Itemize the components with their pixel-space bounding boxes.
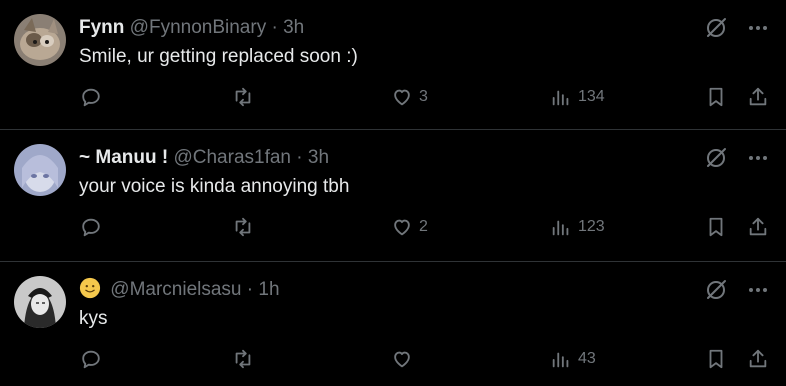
reply-button[interactable] [80,216,102,238]
bookmark-icon [709,349,723,369]
heart-icon [394,351,410,368]
post-time[interactable]: 3h [308,147,329,168]
like-button[interactable]: 3 [391,86,428,108]
share-icon [749,87,767,106]
view-count: 123 [578,218,605,235]
share-button[interactable] [747,86,769,108]
post-text: kys [79,308,108,329]
separator-dot: · [271,17,278,38]
author-handle[interactable]: @FynnonBinary [130,17,267,38]
post-time[interactable]: 1h [258,279,279,300]
post-actions: 3 134 [0,86,786,116]
bookmark-button[interactable] [705,86,727,108]
repost-button[interactable] [232,348,254,370]
grok-icon[interactable] [704,16,728,40]
reply-icon [82,218,100,237]
views-button[interactable]: 43 [550,348,596,370]
post-header: Fynn @FynnonBinary · 3h [79,14,304,42]
repost-icon [235,349,251,369]
view-count: 43 [578,350,596,367]
post-actions: 43 [0,348,786,378]
bookmark-icon [709,87,723,107]
repost-button[interactable] [232,216,254,238]
post-time[interactable]: 3h [283,17,304,38]
reply-button[interactable] [80,86,102,108]
like-count: 2 [419,218,428,235]
share-icon [749,349,767,368]
author-name[interactable]: Fynn [79,17,124,38]
like-button[interactable]: 2 [391,216,428,238]
author-name[interactable] [79,277,110,300]
author-handle[interactable]: @Charas1fan [173,147,291,168]
like-count: 3 [419,88,428,105]
views-icon [552,90,569,106]
heart-icon [394,219,410,236]
more-icon[interactable] [746,278,770,302]
like-button[interactable] [391,348,413,370]
bookmark-button[interactable] [705,216,727,238]
reply-feed: Fynn @FynnonBinary · 3h Smile, ur gettin… [0,0,786,386]
view-count: 134 [578,88,605,105]
repost-icon [235,87,251,107]
reply-icon [82,350,100,369]
separator-dot: · [246,279,254,300]
more-icon[interactable] [746,146,770,170]
views-button[interactable]: 134 [550,86,605,108]
repost-icon [235,217,251,237]
post-item[interactable]: ~ Manuu ! @Charas1fan · 3h your voice is… [0,130,786,262]
views-icon [552,352,569,368]
separator-dot: · [296,147,303,168]
author-handle[interactable]: @Marcnielsasu [110,279,241,300]
views-button[interactable]: 123 [550,216,605,238]
post-text: Smile, ur getting replaced soon :) [79,46,358,67]
author-name[interactable]: ~ Manuu ! [79,147,168,168]
post-item[interactable]: Fynn @FynnonBinary · 3h Smile, ur gettin… [0,0,786,130]
views-icon [552,220,569,236]
post-actions: 2 123 [0,216,786,246]
post-header: @Marcnielsasu · 1h [79,276,280,304]
grok-icon[interactable] [704,278,728,302]
smiley-emoji-icon [79,277,101,299]
avatar[interactable] [14,276,66,328]
share-button[interactable] [747,216,769,238]
post-text: your voice is kinda annoying tbh [79,176,350,197]
bookmark-button[interactable] [705,348,727,370]
avatar[interactable] [14,14,66,66]
reply-button[interactable] [80,348,102,370]
heart-icon [394,89,410,106]
share-button[interactable] [747,348,769,370]
post-item[interactable]: @Marcnielsasu · 1h kys 43 [0,262,786,386]
reply-icon [82,88,100,107]
avatar[interactable] [14,144,66,196]
repost-button[interactable] [232,86,254,108]
more-icon[interactable] [746,16,770,40]
share-icon [749,217,767,236]
post-header: ~ Manuu ! @Charas1fan · 3h [79,144,329,172]
bookmark-icon [709,217,723,237]
grok-icon[interactable] [704,146,728,170]
